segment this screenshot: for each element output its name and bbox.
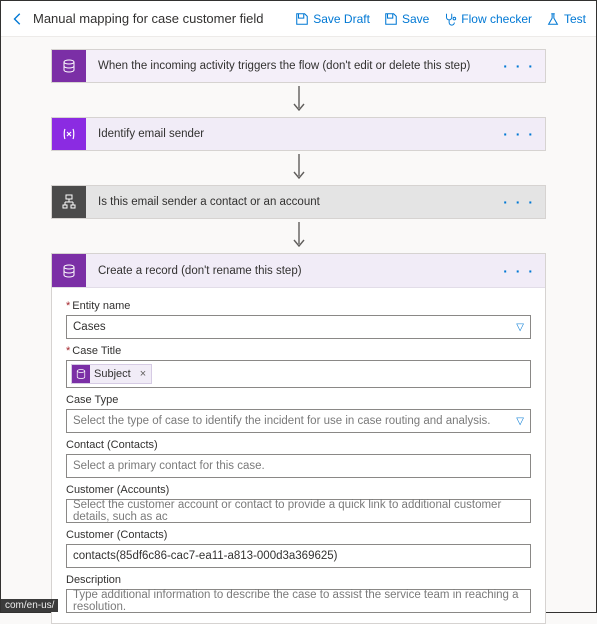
token-label: Subject (94, 368, 135, 380)
customer-accounts-label: Customer (Accounts) (66, 484, 531, 496)
field-case-title: *Case Title Subject × (66, 345, 531, 388)
top-toolbar: Manual mapping for case customer field S… (1, 1, 596, 37)
case-type-label: Case Type (66, 394, 531, 406)
save-label: Save (402, 12, 429, 26)
save-icon (384, 12, 398, 26)
create-record-form: *Entity name Cases ▽ *Case Title Subject… (52, 288, 545, 623)
entity-name-value: Cases (73, 321, 106, 333)
flow-checker-button[interactable]: Flow checker (443, 12, 532, 26)
database-icon (72, 365, 90, 383)
chevron-down-icon: ▽ (516, 416, 524, 427)
case-title-label: *Case Title (66, 345, 531, 357)
test-label: Test (564, 12, 586, 26)
customer-accounts-input[interactable]: Select the customer account or contact t… (66, 499, 531, 523)
variable-icon (52, 118, 86, 150)
subject-token: Subject × (71, 364, 152, 384)
case-type-select[interactable]: Select the type of case to identify the … (66, 409, 531, 433)
step-identify-menu[interactable]: · · · (503, 126, 545, 142)
field-customer-contacts: Customer (Contacts) contacts(85df6c86-ca… (66, 529, 531, 568)
step-condition[interactable]: Is this email sender a contact or an acc… (51, 185, 546, 219)
save-draft-button[interactable]: Save Draft (295, 12, 370, 26)
field-description: Description Type additional information … (66, 574, 531, 613)
condition-icon (52, 186, 86, 218)
description-placeholder: Type additional information to describe … (73, 589, 524, 613)
arrow-connector (51, 151, 546, 185)
arrow-connector (51, 83, 546, 117)
field-entity-name: *Entity name Cases ▽ (66, 300, 531, 339)
step-trigger-label: When the incoming activity triggers the … (86, 60, 503, 72)
chevron-down-icon: ▽ (516, 322, 524, 333)
description-label: Description (66, 574, 531, 586)
stethoscope-icon (443, 12, 457, 26)
flow-checker-label: Flow checker (461, 12, 532, 26)
contact-contacts-placeholder: Select a primary contact for this case. (73, 460, 265, 472)
customer-contacts-label: Customer (Contacts) (66, 529, 531, 541)
save-button[interactable]: Save (384, 12, 429, 26)
customer-accounts-placeholder: Select the customer account or contact t… (73, 499, 524, 523)
back-icon[interactable] (11, 12, 25, 26)
contact-contacts-input[interactable]: Select a primary contact for this case. (66, 454, 531, 478)
step-create-label: Create a record (don't rename this step) (86, 265, 503, 277)
description-input[interactable]: Type additional information to describe … (66, 589, 531, 613)
step-create-menu[interactable]: · · · (503, 263, 545, 279)
step-trigger-menu[interactable]: · · · (503, 58, 545, 74)
arrow-connector (51, 219, 546, 253)
step-create-record: Create a record (don't rename this step)… (51, 253, 546, 624)
case-title-input[interactable]: Subject × (66, 360, 531, 388)
status-url: com/en-us/ (1, 599, 58, 612)
contact-contacts-label: Contact (Contacts) (66, 439, 531, 451)
step-trigger[interactable]: When the incoming activity triggers the … (51, 49, 546, 83)
entity-name-label: *Entity name (66, 300, 531, 312)
database-icon (52, 50, 86, 82)
step-condition-menu[interactable]: · · · (503, 194, 545, 210)
step-create-header[interactable]: Create a record (don't rename this step)… (52, 254, 545, 288)
save-draft-icon (295, 12, 309, 26)
entity-name-select[interactable]: Cases ▽ (66, 315, 531, 339)
test-button[interactable]: Test (546, 12, 586, 26)
field-contact-contacts: Contact (Contacts) Select a primary cont… (66, 439, 531, 478)
flow-canvas: When the incoming activity triggers the … (1, 37, 596, 624)
step-condition-label: Is this email sender a contact or an acc… (86, 196, 503, 208)
step-identify-label: Identify email sender (86, 128, 503, 140)
step-identify-sender[interactable]: Identify email sender · · · (51, 117, 546, 151)
case-type-placeholder: Select the type of case to identify the … (73, 415, 490, 427)
page-title: Manual mapping for case customer field (33, 11, 281, 26)
field-case-type: Case Type Select the type of case to ide… (66, 394, 531, 433)
flask-icon (546, 12, 560, 26)
database-icon (52, 254, 86, 287)
customer-contacts-input[interactable]: contacts(85df6c86-cac7-ea11-a813-000d3a3… (66, 544, 531, 568)
save-draft-label: Save Draft (313, 12, 370, 26)
token-remove-icon[interactable]: × (135, 368, 151, 380)
customer-contacts-value: contacts(85df6c86-cac7-ea11-a813-000d3a3… (73, 550, 337, 562)
field-customer-accounts: Customer (Accounts) Select the customer … (66, 484, 531, 523)
